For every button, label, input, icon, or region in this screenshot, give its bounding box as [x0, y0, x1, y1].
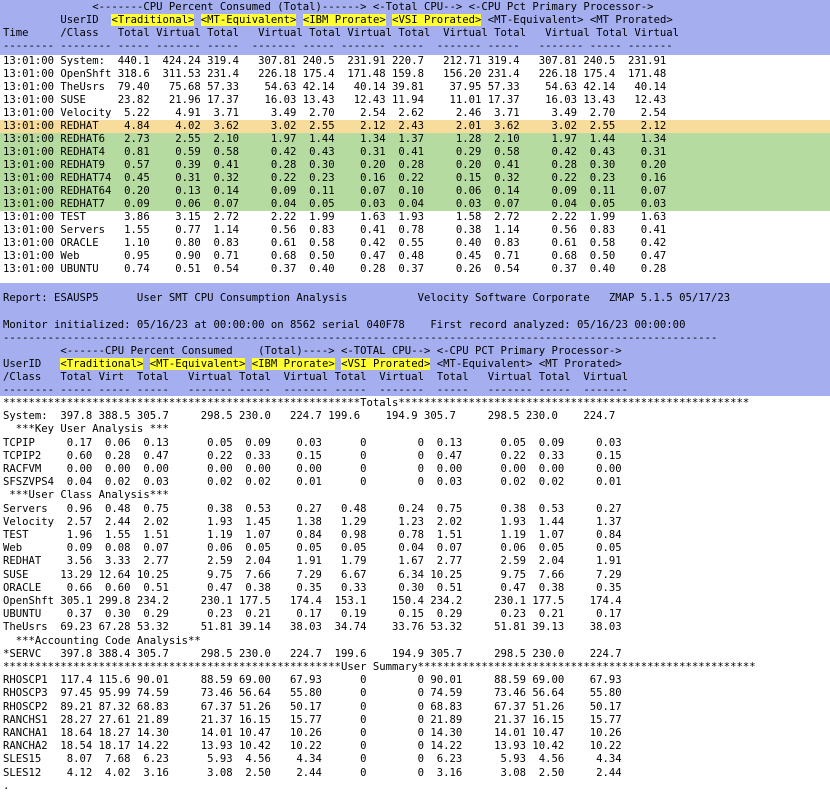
monitor-info-line: Monitor initialized: 05/16/23 at 00:00:0… [3, 319, 686, 331]
traditional-label-2: <Traditional> [60, 358, 144, 370]
vsi-prorated-label-2: <VSI Prorated> [341, 358, 431, 370]
mt-equivalent-label: <MT-Equivalent> [200, 14, 297, 26]
bottom-header-row4: -------- ----- ----- ----- ------- -----… [3, 384, 629, 396]
top-header-row4: -------- -------- ----- ------- ----- --… [3, 40, 673, 52]
table-row: 13:01:00 SUSE 23.82 21.96 17.37 16.03 13… [3, 94, 667, 106]
table-row: ****************************************… [3, 397, 750, 409]
table-row: 13:01:00 TEST 3.86 3.15 2.72 2.22 1.99 1… [3, 211, 667, 223]
traditional-label: <Traditional> [111, 14, 195, 26]
table-row: System: 397.8 388.5 305.7 298.5 230.0 22… [3, 410, 616, 422]
table-row: TEST 1.96 1.55 1.51 1.19 1.07 0.84 0.98 … [3, 529, 622, 541]
table-row: 13:01:00 TheUsrs 79.40 75.68 57.33 54.63… [3, 81, 667, 93]
table-row: Servers 0.96 0.48 0.75 0.38 0.53 0.27 0.… [3, 503, 622, 515]
table-row: 13:01:00 REDHAT4 0.81 0.59 0.58 0.42 0.4… [3, 146, 667, 158]
table-row: 13:01:00 REDHAT7 0.09 0.06 0.07 0.04 0.0… [3, 198, 667, 210]
table-row: 13:01:00 System: 440.1 424.24 319.4 307.… [3, 55, 667, 67]
separator-dashes: ----------------------------------------… [3, 332, 718, 344]
ibm-prorate-label: <IBM Prorate> [302, 14, 386, 26]
vsi-prorated-label: <VSI Prorated> [392, 14, 482, 26]
table-row: *SERVC 397.8 388.4 305.7 298.5 230.0 224… [3, 648, 622, 660]
table-row: Velocity 2.57 2.44 2.02 1.93 1.45 1.38 1… [3, 516, 622, 528]
top-header-row3: Time /Class Total Virtual Total Virtual … [3, 27, 680, 39]
table-row: TCPIP2 0.60 0.28 0.47 0.22 0.33 0.15 0 0… [3, 450, 622, 462]
table-row: 13:01:00 REDHAT64 0.20 0.13 0.14 0.09 0.… [3, 185, 667, 197]
table-row: UBUNTU 0.37 0.30 0.29 0.23 0.21 0.17 0.1… [3, 608, 622, 620]
table-row: 13:01:00 Servers 1.55 0.77 1.14 0.56 0.8… [3, 224, 667, 236]
table-row: RANCHS1 28.27 27.61 21.89 21.37 16.15 15… [3, 714, 622, 726]
table-row: 13:01:00 OpenShft 318.6 311.53 231.4 226… [3, 68, 667, 80]
top-header-row2: UserID <Traditional> <MT-Equivalent> <IB… [3, 14, 673, 26]
table-row: 13:01:00 REDHAT 4.84 4.02 3.62 3.02 2.55… [3, 120, 667, 132]
ibm-prorate-label-2: <IBM Prorate> [251, 358, 335, 370]
table-row: Web 0.09 0.08 0.07 0.06 0.05 0.05 0.05 0… [3, 542, 622, 554]
table-row: RANCHA2 18.54 18.17 14.22 13.93 10.42 10… [3, 740, 622, 752]
report-title-line: Report: ESAUSP5 User SMT CPU Consumption… [3, 292, 731, 304]
table-row: ***User Class Analysis*** [3, 489, 169, 501]
table-row: RHOSCP1 117.4 115.6 90.01 88.59 69.00 67… [3, 674, 622, 686]
table-row: 13:01:00 Velocity 5.22 4.91 3.71 3.49 2.… [3, 107, 667, 119]
mt-equivalent-label-2: <MT-Equivalent> [149, 358, 246, 370]
table-row: SLES15 8.07 7.68 6.23 5.93 4.56 4.34 0 0… [3, 753, 622, 765]
table-row: . [3, 780, 10, 792]
table-row: RHOSCP3 97.45 95.99 74.59 73.46 56.64 55… [3, 687, 622, 699]
table-row: RANCHA1 18.64 18.27 14.30 14.01 10.47 10… [3, 727, 622, 739]
table-row: RHOSCP2 89.21 87.32 68.83 67.37 51.26 50… [3, 701, 622, 713]
bottom-header-row3: /Class Total Virt Total Virtual Total Vi… [3, 371, 629, 383]
table-row: 13:01:00 ORACLE 1.10 0.80 0.83 0.61 0.58… [3, 237, 667, 249]
table-row: ***Accounting Code Analysis** [3, 635, 201, 647]
table-row: SUSE 13.29 12.64 10.25 9.75 7.66 7.29 6.… [3, 569, 622, 581]
table-row: OpenShft 305.1 299.8 234.2 230.1 177.5 1… [3, 595, 622, 607]
table-row: TCPIP 0.17 0.06 0.13 0.05 0.09 0.03 0 0 … [3, 437, 622, 449]
table-row: SFSZVPS4 0.04 0.02 0.03 0.02 0.02 0.01 0… [3, 476, 622, 488]
table-row: 13:01:00 Web 0.95 0.90 0.71 0.68 0.50 0.… [3, 250, 667, 262]
table-row: RACFVM 0.00 0.00 0.00 0.00 0.00 0.00 0 0… [3, 463, 622, 475]
table-row: ****************************************… [3, 661, 756, 673]
table-row: 13:01:00 REDHAT6 2.73 2.55 2.10 1.97 1.4… [3, 133, 667, 145]
table-row: SLES12 4.12 4.02 3.16 3.08 2.50 2.44 0 0… [3, 767, 622, 779]
table-row: ORACLE 0.66 0.60 0.51 0.47 0.38 0.35 0.3… [3, 582, 622, 594]
bottom-header-row1: <------CPU Percent Consumed (Total)---->… [3, 345, 622, 357]
table-row: 13:01:00 REDHAT74 0.45 0.31 0.32 0.22 0.… [3, 172, 667, 184]
table-row: TheUsrs 69.23 67.28 53.32 51.81 39.14 38… [3, 621, 622, 633]
table-row: ***Key User Analysis *** [3, 423, 169, 435]
table-row: REDHAT 3.56 3.33 2.77 2.59 2.04 1.91 1.7… [3, 555, 622, 567]
table-row: 13:01:00 REDHAT9 0.57 0.39 0.41 0.28 0.3… [3, 159, 667, 171]
top-header-row1: <-------CPU Percent Consumed (Total)----… [92, 1, 654, 13]
table-row: 13:01:00 UBUNTU 0.74 0.51 0.54 0.37 0.40… [3, 263, 667, 275]
bottom-header-row2: UserID <Traditional> <MT-Equivalent> <IB… [3, 358, 622, 370]
